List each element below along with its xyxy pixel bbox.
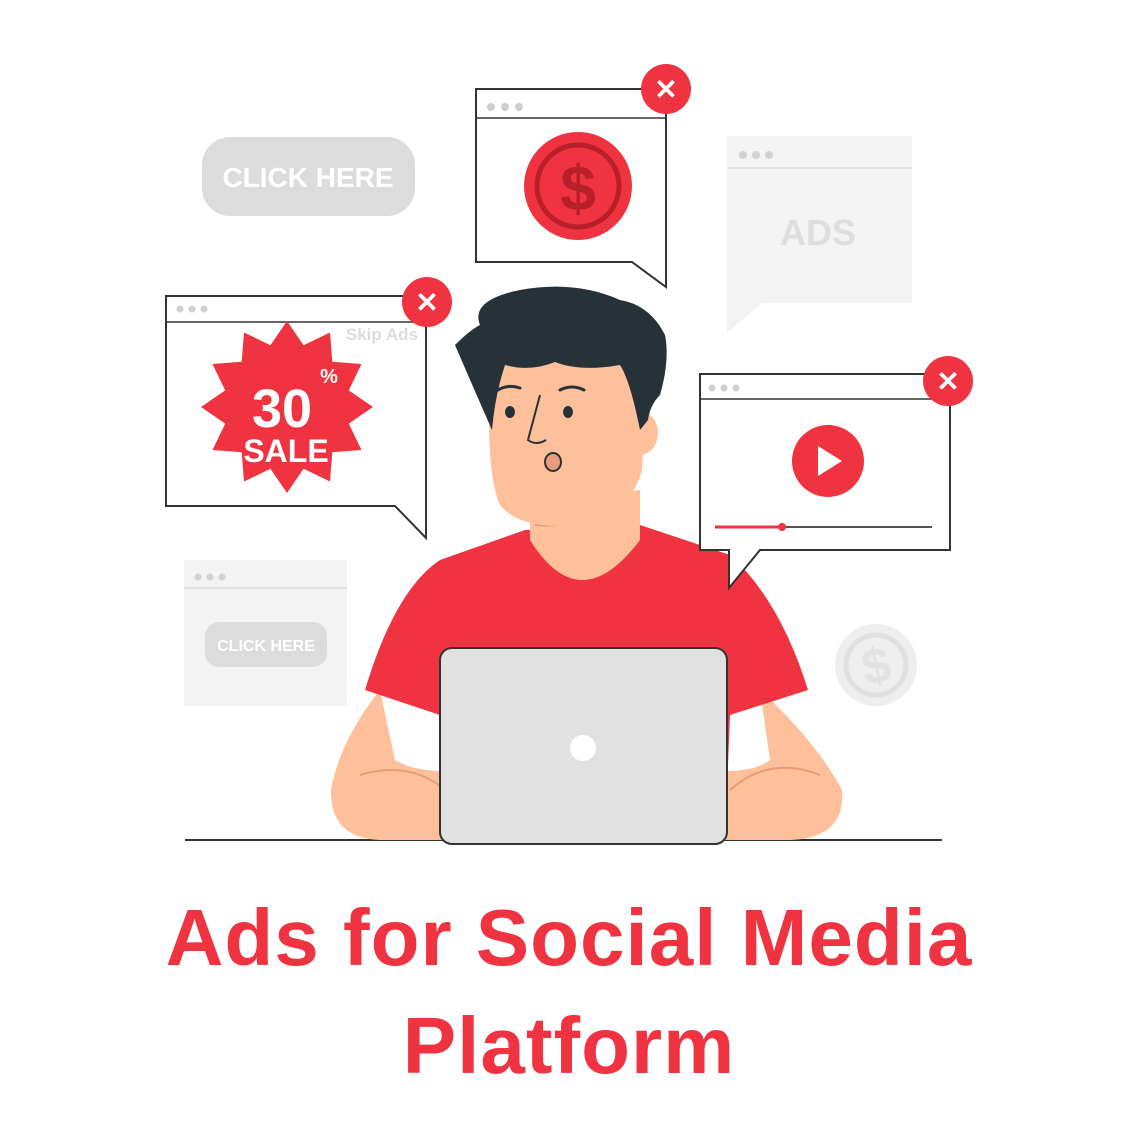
window-dots-icon	[739, 151, 773, 159]
left-eye	[505, 406, 515, 418]
close-icon: ✕	[936, 366, 959, 397]
window-dots-icon	[487, 103, 523, 111]
sale-percent: 30	[252, 379, 312, 439]
ad-click-here-small[interactable]: CLICK HERE	[205, 622, 327, 667]
laptop	[439, 647, 728, 845]
close-icon: ✕	[654, 74, 677, 105]
right-eye	[563, 406, 573, 418]
skip-ads-label: Skip Ads	[346, 325, 418, 344]
dollar-coin-icon: $	[524, 132, 632, 240]
progress-handle[interactable]	[778, 523, 786, 531]
dollar-coin-grey-icon: $	[835, 624, 917, 706]
ad-window-dollar: $	[475, 88, 667, 289]
window-dots-icon	[194, 573, 226, 581]
dollar-symbol: $	[560, 152, 596, 224]
ad-window-sale: Skip Ads 30 % SALE	[165, 295, 427, 541]
sale-word: SALE	[243, 433, 328, 469]
ad-window-grey-click: CLICK HERE	[184, 560, 347, 706]
window-dots-icon	[708, 384, 740, 392]
page-title-line-2: Platform	[402, 1001, 736, 1090]
sale-percent-sign: %	[320, 366, 338, 388]
laptop-logo	[570, 735, 596, 761]
close-button-dollar[interactable]: ✕	[641, 64, 691, 114]
skip-ads-button[interactable]: Skip Ads	[346, 325, 418, 344]
window-dots-icon	[176, 305, 208, 313]
illustration-scene: CLICK HERE ADS CLICK HERE $ $ ✕ Skip Ads…	[165, 64, 973, 845]
ads-label: ADS	[780, 212, 856, 253]
close-button-sale[interactable]: ✕	[402, 277, 452, 327]
mouth	[544, 452, 562, 472]
page-title-line-1: Ads for Social Media	[165, 893, 973, 982]
close-button-video[interactable]: ✕	[923, 356, 973, 406]
ad-window-video	[699, 373, 951, 591]
ad-window-grey-ads: ADS	[727, 136, 912, 333]
click-here-large-label: CLICK HERE	[222, 162, 393, 193]
close-icon: ✕	[415, 287, 438, 318]
ad-click-here-large[interactable]: CLICK HERE	[202, 137, 415, 216]
play-button[interactable]	[792, 425, 864, 497]
click-here-small-label: CLICK HERE	[217, 638, 315, 655]
